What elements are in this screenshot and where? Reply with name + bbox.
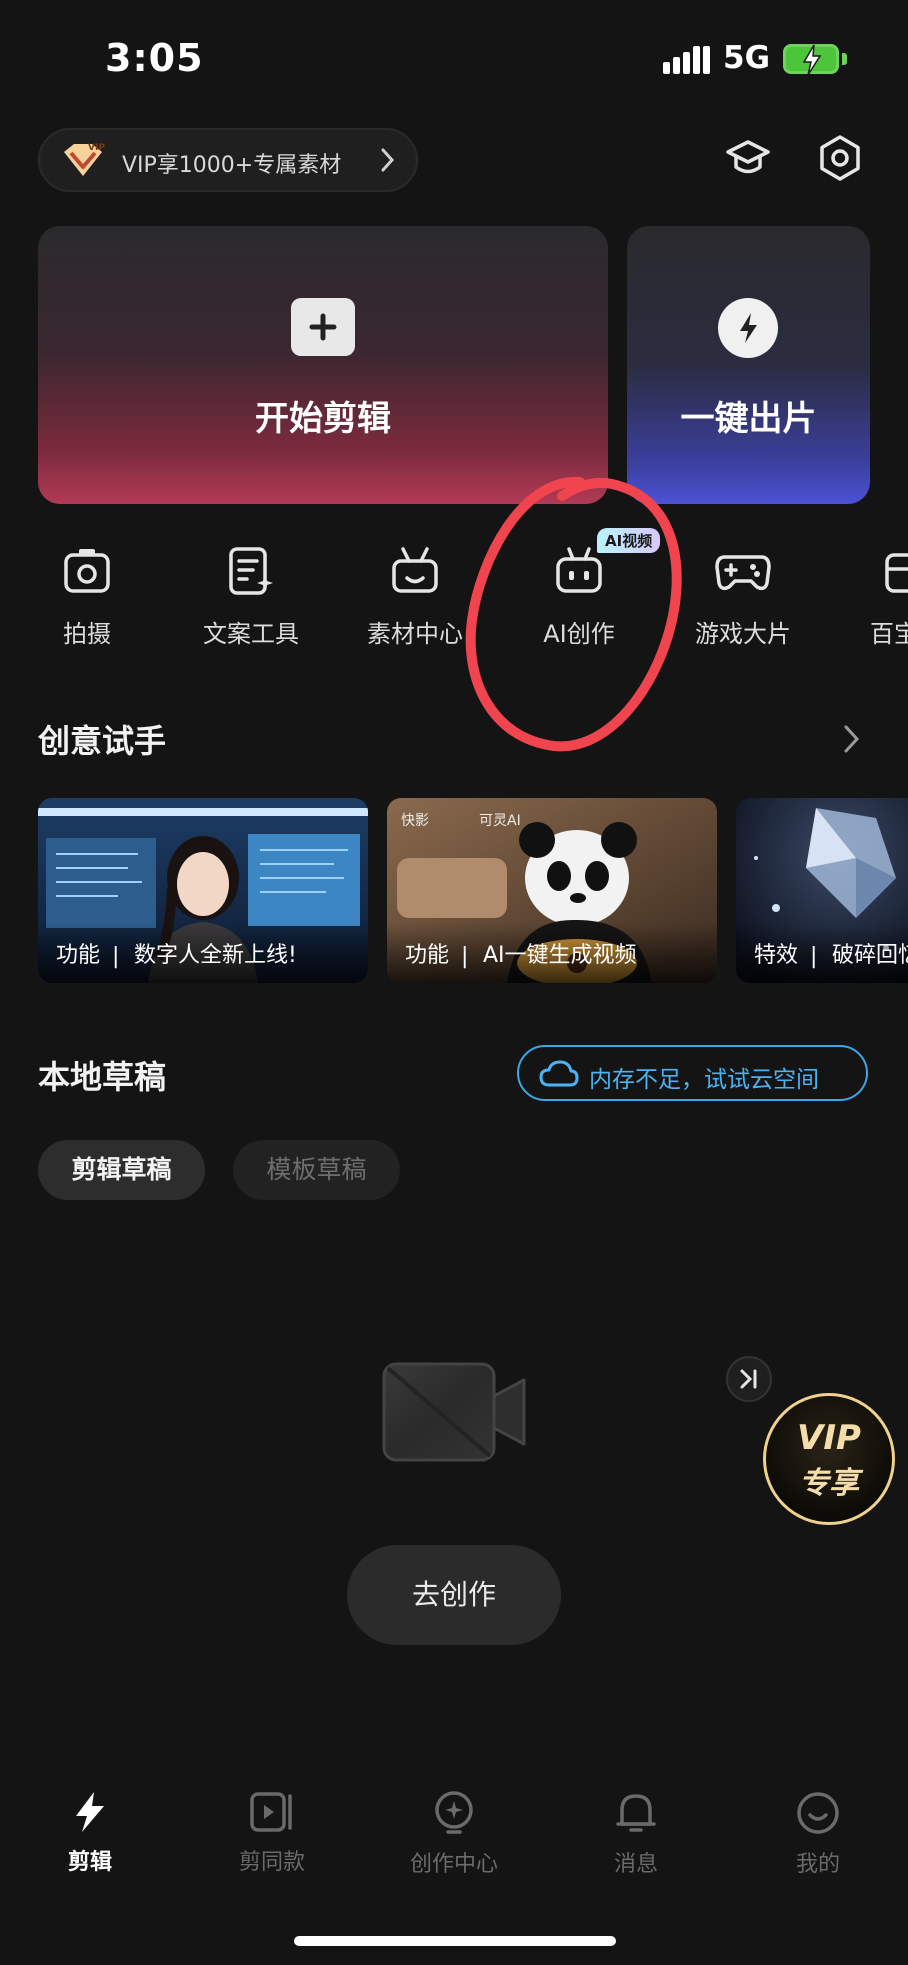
thumb-caption: 功能 | AI一键生成视频: [387, 923, 717, 983]
document-sparkle-icon: [176, 540, 326, 602]
kuaiying-tag: 快影: [401, 813, 429, 829]
vip-promo-label: VIP享1000+专属素材: [122, 153, 342, 178]
go-create-button[interactable]: 去创作: [347, 1545, 561, 1645]
nav-label: 创作中心: [409, 1852, 498, 1877]
creative-section-title: 创意试手: [38, 722, 167, 760]
thumb-separator: |: [461, 944, 469, 969]
cloud-space-label: 内存不足，试试云空间: [589, 1067, 819, 1093]
one-click-video-title: 一键出片: [680, 399, 817, 439]
settings-gear-icon[interactable]: [816, 134, 864, 186]
thumb-text: 破碎回忆: [832, 943, 908, 968]
annotation-circle: [462, 470, 692, 764]
tool-label: 文案工具: [203, 620, 299, 648]
nav-creation-center[interactable]: 创作中心: [379, 1790, 529, 1878]
video-camera-icon: [380, 1360, 528, 1468]
status-time: 3:05: [105, 36, 204, 80]
nav-label: 剪辑: [67, 1850, 112, 1875]
plus-icon: [291, 298, 355, 356]
tool-copywriting[interactable]: 文案工具: [176, 540, 326, 649]
skip-forward-icon: [740, 1369, 757, 1389]
svg-text:VIP: VIP: [88, 143, 105, 153]
tab-template-drafts[interactable]: 模板草稿: [233, 1140, 400, 1200]
battery-tip: [842, 53, 847, 65]
tutorial-cap-icon[interactable]: [724, 134, 772, 186]
signal-icon: [663, 46, 711, 78]
nav-label: 我的: [795, 1852, 840, 1877]
tool-label: 百宝: [870, 620, 908, 648]
vip-exclusive-badge[interactable]: VIP 专享: [763, 1393, 895, 1525]
thumb-kind: 功能: [56, 943, 101, 968]
thumb-caption: 特效 | 破碎回忆: [736, 923, 908, 983]
thumb-kind: 功能: [405, 943, 450, 968]
start-editing-card[interactable]: 开始剪辑: [38, 226, 608, 504]
battery-icon: [783, 44, 839, 76]
smile-face-icon: [797, 1792, 839, 1834]
vip-diamond-icon: VIP: [58, 140, 108, 186]
creative-card-digital-human[interactable]: 功能 | 数字人全新上线!: [38, 798, 368, 983]
bell-icon: [616, 1794, 656, 1832]
lightning-icon: [718, 298, 778, 358]
thumb-kind: 特效: [754, 943, 799, 968]
tool-shoot[interactable]: 拍摄: [12, 540, 162, 649]
cloud-icon: [539, 1060, 579, 1087]
vip-badge-line2: 专享: [799, 1466, 859, 1501]
tool-label: 拍摄: [63, 620, 111, 648]
collapse-button[interactable]: [726, 1356, 772, 1402]
camera-icon: [12, 540, 162, 602]
vip-badge-line1: VIP: [797, 1418, 861, 1458]
nav-same-style[interactable]: 剪同款: [197, 1790, 347, 1876]
play-template-icon: [250, 1792, 292, 1832]
chevron-right-icon: [380, 145, 396, 179]
tab-edit-drafts[interactable]: 剪辑草稿: [38, 1140, 205, 1200]
box-icon: [832, 540, 908, 602]
network-type: 5G: [723, 40, 771, 76]
start-editing-title: 开始剪辑: [255, 399, 391, 439]
home-indicator: [294, 1936, 616, 1946]
keling-tag: 可灵AI: [479, 813, 521, 829]
cloud-space-button[interactable]: 内存不足，试试云空间: [517, 1045, 868, 1101]
nav-label: 消息: [613, 1852, 658, 1877]
one-click-video-card[interactable]: 一键出片: [627, 226, 870, 504]
nav-label: 剪同款: [238, 1850, 305, 1875]
nav-messages[interactable]: 消息: [561, 1790, 711, 1878]
nav-me[interactable]: 我的: [743, 1790, 893, 1878]
creative-card-ai-video[interactable]: 快影 可灵AI 功能 | AI一键生成视频: [387, 798, 717, 983]
local-drafts-title: 本地草稿: [38, 1058, 167, 1096]
lightning-icon: [76, 1792, 104, 1832]
chevron-right-icon[interactable]: [842, 722, 862, 760]
nav-edit[interactable]: 剪辑: [15, 1790, 165, 1876]
thumb-caption: 功能 | 数字人全新上线!: [38, 923, 368, 983]
thumb-text: AI一键生成视频: [483, 943, 637, 968]
thumb-text: 数字人全新上线!: [134, 943, 297, 968]
thumb-separator: |: [112, 944, 120, 969]
tool-more[interactable]: 百宝: [832, 540, 908, 649]
bulb-icon: [435, 1791, 473, 1834]
vip-promo-button[interactable]: VIP VIP享1000+专属素材: [38, 128, 418, 192]
thumb-separator: |: [810, 944, 818, 969]
creative-card-effect[interactable]: 特效 | 破碎回忆: [736, 798, 908, 983]
